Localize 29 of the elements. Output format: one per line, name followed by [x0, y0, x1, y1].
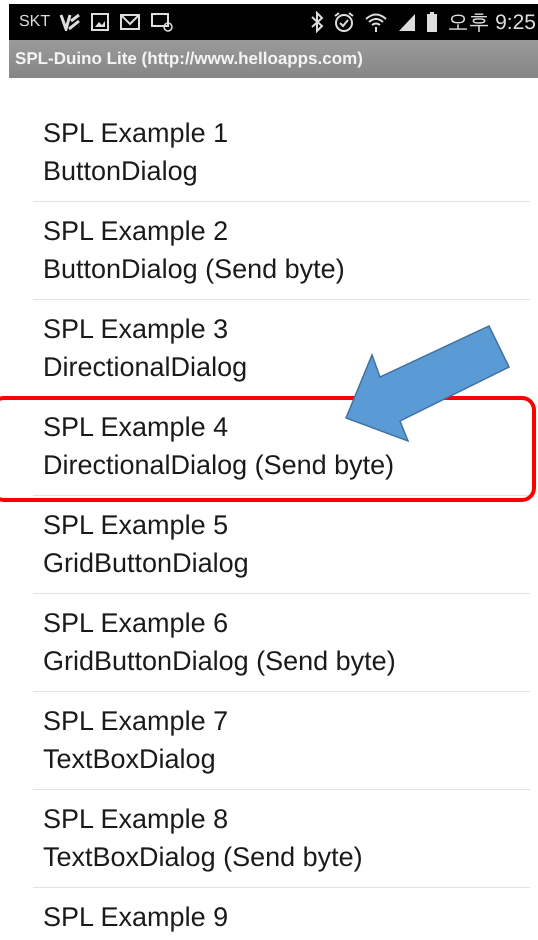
data-signal-icon	[59, 13, 82, 31]
alarm-icon	[333, 11, 356, 33]
example-title[interactable]: SPL Example 4	[43, 408, 228, 446]
wifi-icon	[364, 11, 388, 33]
bluetooth-icon	[310, 11, 324, 33]
carrier-name: SKT	[19, 13, 50, 31]
message-icon	[150, 12, 174, 32]
example-title[interactable]: SPL Example 8	[43, 800, 228, 838]
example-title[interactable]: SPL Example 7	[43, 702, 228, 740]
app-title: SPL-Duino Lite (http://www.helloapps.com)	[15, 49, 363, 69]
example-subtitle[interactable]: DirectionalDialog	[43, 348, 248, 386]
example-subtitle[interactable]: GridButtonDialog	[43, 544, 249, 582]
image-icon	[90, 12, 110, 32]
example-title[interactable]: SPL Example 5	[43, 506, 228, 544]
example-title[interactable]: SPL Example 3	[43, 310, 228, 348]
clock-time: 오후 9:25	[447, 10, 536, 36]
example-subtitle[interactable]: DirectionalDialog (Send byte)	[43, 446, 394, 484]
example-title[interactable]: SPL Example 6	[43, 604, 228, 642]
example-subtitle[interactable]: ButtonDialog	[43, 152, 198, 190]
signal-icon	[397, 12, 418, 32]
example-title[interactable]: SPL Example 2	[43, 212, 228, 250]
example-title[interactable]: SPL Example 1	[43, 114, 228, 152]
battery-icon	[426, 11, 438, 33]
mail-icon	[119, 13, 142, 31]
example-title[interactable]: SPL Example 9	[43, 898, 228, 936]
example-subtitle[interactable]: TextBoxDialog	[43, 740, 216, 778]
example-subtitle[interactable]: ButtonDialog (Send byte)	[43, 250, 345, 288]
example-subtitle[interactable]: TextBoxDialog (Send byte)	[43, 838, 363, 876]
example-subtitle[interactable]: GridButtonDialog (Send byte)	[43, 642, 396, 680]
